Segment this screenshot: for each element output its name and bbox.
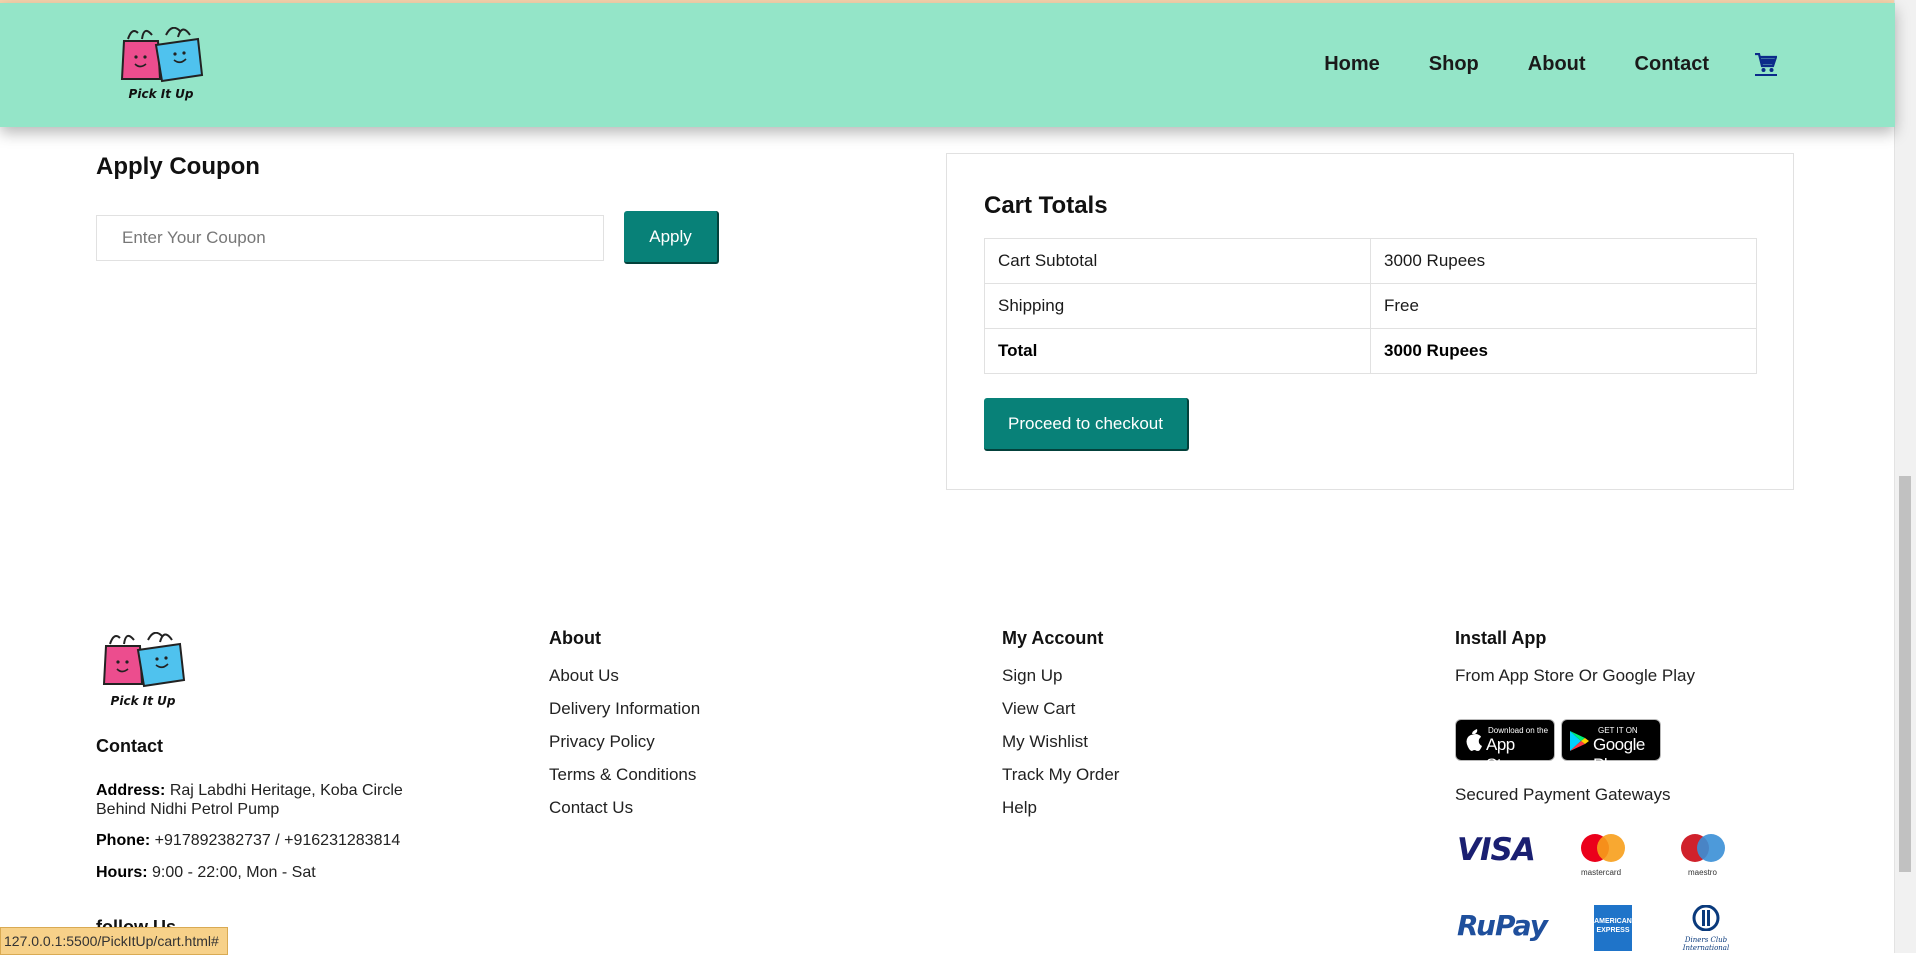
shopping-bags-icon	[102, 631, 186, 688]
proceed-to-checkout-button[interactable]: Proceed to checkout	[984, 398, 1189, 451]
site-logo[interactable]: Pick It Up	[118, 26, 208, 107]
diners-line2: International	[1682, 944, 1730, 952]
app-store-big-text: App Store	[1486, 735, 1525, 774]
footer-address: Address: Raj Labdhi Heritage, Koba Circl…	[96, 781, 403, 819]
footer-hours: Hours: 9:00 - 22:00, Mon - Sat	[96, 863, 316, 882]
amex-logo: AMERICAN EXPRESS	[1594, 905, 1632, 951]
footer-logo[interactable]: Pick It Up	[100, 631, 190, 710]
maestro-logo: maestro	[1679, 833, 1727, 877]
footer-account-title: My Account	[1002, 628, 1104, 648]
footer-link-privacy-policy[interactable]: Privacy Policy	[549, 732, 700, 752]
google-play-icon	[1570, 731, 1589, 751]
footer-about-title: About	[549, 628, 601, 648]
cart-totals-title: Cart Totals	[984, 192, 1108, 219]
total-value: 3000 Rupees	[1370, 328, 1757, 374]
table-row: Total 3000 Rupees	[984, 328, 1757, 374]
google-play-small-text: GET IT ON	[1598, 726, 1638, 735]
nav-shop[interactable]: Shop	[1429, 53, 1479, 76]
app-store-small-text: Download on the	[1488, 726, 1549, 735]
address-line1: Raj Labdhi Heritage, Koba Circle	[169, 782, 403, 799]
payment-gateways: Secured Payment Gateways	[1455, 785, 1670, 805]
amex-line2: EXPRESS	[1596, 927, 1630, 934]
maestro-icon	[1681, 834, 1725, 862]
footer-link-view-cart[interactable]: View Cart	[1002, 699, 1119, 719]
footer-link-help[interactable]: Help	[1002, 798, 1119, 818]
payment-gateways-title: Secured Payment Gateways	[1455, 785, 1671, 804]
footer-install-column: Install App From App Store Or Google Pla…	[1455, 628, 1695, 686]
hours-label: Hours:	[96, 864, 148, 881]
apple-icon	[1466, 729, 1482, 751]
maestro-text: maestro	[1688, 868, 1717, 877]
coupon-title: Apply Coupon	[96, 153, 260, 180]
diners-club-icon	[1692, 904, 1720, 932]
cart-totals-panel: Cart Totals Cart Subtotal 3000 Rupees Sh…	[946, 153, 1794, 490]
mastercard-text: mastercard	[1581, 868, 1622, 877]
visa-logo: VISA	[1457, 832, 1536, 868]
total-label: Total	[984, 328, 1371, 374]
footer-install-title: Install App	[1455, 628, 1547, 648]
cart-link[interactable]	[1755, 52, 1778, 76]
footer-link-about-us[interactable]: About Us	[549, 666, 700, 686]
app-store-badge[interactable]: Download on the App Store	[1455, 719, 1555, 774]
subtotal-value: 3000 Rupees	[1370, 238, 1757, 284]
shipping-value: Free	[1370, 283, 1757, 329]
google-play-badge[interactable]: GET IT ON Google Play	[1561, 719, 1661, 774]
footer-phone: Phone: +917892382737 / +916231283814	[96, 831, 400, 850]
footer-link-contact-us[interactable]: Contact Us	[549, 798, 700, 818]
footer-link-my-wishlist[interactable]: My Wishlist	[1002, 732, 1119, 752]
logo-text: Pick It Up	[128, 87, 194, 101]
site-header: Pick It Up Home Shop About Contact	[0, 3, 1895, 127]
google-play-big-text: Google Play	[1593, 735, 1645, 774]
footer-link-delivery-information[interactable]: Delivery Information	[549, 699, 700, 719]
footer-about-column: About About Us Delivery Information Priv…	[549, 628, 700, 818]
nav-contact[interactable]: Contact	[1635, 53, 1709, 76]
phone-label: Phone:	[96, 832, 151, 849]
cart-icon	[1755, 52, 1778, 72]
phone-value: +917892382737 / +916231283814	[154, 832, 401, 849]
nav-home[interactable]: Home	[1324, 53, 1380, 76]
rupay-logo: RuPay	[1457, 909, 1548, 942]
main-nav: Home Shop About Contact	[1275, 52, 1778, 76]
cart-totals-table: Cart Subtotal 3000 Rupees Shipping Free …	[984, 238, 1757, 374]
table-row: Shipping Free	[984, 283, 1757, 329]
diners-club-logo: Diners Club International	[1682, 904, 1730, 952]
apply-coupon-button[interactable]: Apply	[624, 211, 719, 264]
coupon-input[interactable]	[96, 215, 604, 261]
shopping-bags-icon	[120, 26, 204, 83]
table-row: Cart Subtotal 3000 Rupees	[984, 238, 1757, 284]
address-line2: Behind Nidhi Petrol Pump	[96, 801, 280, 818]
mastercard-icon	[1581, 834, 1625, 862]
address-label: Address:	[96, 782, 166, 799]
footer-link-terms-conditions[interactable]: Terms & Conditions	[549, 765, 700, 785]
status-bar-url: 127.0.0.1:5500/PickItUp/cart.html#	[0, 927, 228, 955]
footer-contact-title: Contact	[96, 736, 163, 756]
install-subtitle: From App Store Or Google Play	[1455, 666, 1695, 685]
page-scrollbar[interactable]	[1894, 0, 1916, 953]
subtotal-label: Cart Subtotal	[984, 238, 1371, 284]
hours-value: 9:00 - 22:00, Mon - Sat	[152, 864, 316, 881]
footer-link-sign-up[interactable]: Sign Up	[1002, 666, 1119, 686]
footer-logo-text: Pick It Up	[110, 694, 176, 708]
diners-line1: Diners Club	[1684, 936, 1728, 944]
footer-account-column: My Account Sign Up View Cart My Wishlist…	[1002, 628, 1119, 818]
nav-about[interactable]: About	[1528, 53, 1586, 76]
amex-line1: AMERICAN	[1594, 918, 1632, 925]
shipping-label: Shipping	[984, 283, 1371, 329]
footer-link-track-my-order[interactable]: Track My Order	[1002, 765, 1119, 785]
scrollbar-thumb[interactable]	[1899, 476, 1911, 872]
mastercard-logo: mastercard	[1579, 833, 1627, 877]
